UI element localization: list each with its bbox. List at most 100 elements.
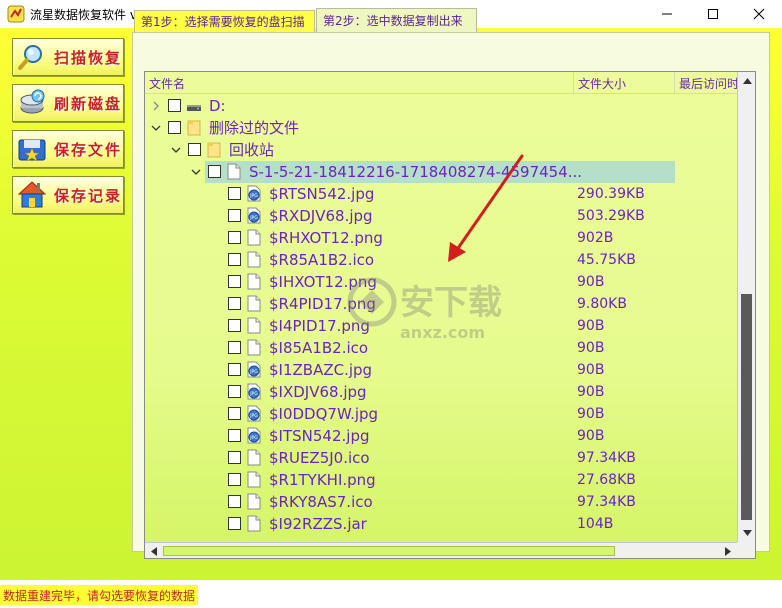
file-name: $RKY8AS7.ico xyxy=(269,493,373,511)
horizontal-scroll-thumb[interactable] xyxy=(163,546,615,556)
tree-row[interactable]: $RKY8AS7.ico 97.34KB xyxy=(145,491,737,513)
vertical-scrollbar[interactable] xyxy=(737,72,755,542)
file-size: 97.34KB xyxy=(577,450,636,466)
tree-row[interactable]: $I4PID17.png 90B xyxy=(145,315,737,337)
app-logo-icon xyxy=(7,5,25,23)
tree-row[interactable]: $R4PID17.png 9.80KB xyxy=(145,293,737,315)
scrollbar-corner xyxy=(737,542,755,558)
file-name: $I92RZZS.jar xyxy=(269,515,367,533)
scroll-left-button[interactable] xyxy=(145,542,163,558)
tree-row[interactable]: JPG $I1ZBAZC.jpg 90B xyxy=(145,359,737,381)
expand-chevron-right-icon[interactable] xyxy=(151,100,161,112)
column-header-last-access[interactable]: 最后访问时间 xyxy=(675,72,737,94)
file-name: $IXDJV68.jpg xyxy=(269,383,367,401)
file-icon xyxy=(247,229,261,246)
maximize-button[interactable] xyxy=(690,0,736,28)
file-size: 97.34KB xyxy=(577,494,636,510)
scroll-up-button[interactable] xyxy=(738,72,755,90)
file-size: 902B xyxy=(577,230,614,246)
file-tree[interactable]: 文件名 文件大小 最后访问时间 D: 删除过的文件回收站 S-1-5-21-1841… xyxy=(144,71,756,559)
scroll-down-button[interactable] xyxy=(738,524,755,542)
file-checkbox[interactable] xyxy=(228,297,241,310)
file-checkbox[interactable] xyxy=(208,165,221,178)
tree-row[interactable]: JPG $IXDJV68.jpg 90B xyxy=(145,381,737,403)
file-name: $I1ZBAZC.jpg xyxy=(269,361,373,379)
expand-chevron-down-icon[interactable] xyxy=(151,122,161,134)
file-name: S-1-5-21-18412216-1718408274-4597454... xyxy=(249,163,583,181)
save-record-button[interactable]: 保存记录 xyxy=(12,176,124,214)
column-header-filename[interactable]: 文件名 xyxy=(145,72,573,94)
tree-row[interactable]: JPG $RTSN542.jpg 290.39KB xyxy=(145,183,737,205)
tree-row[interactable]: $R85A1B2.ico 45.75KB xyxy=(145,249,737,271)
file-name: $I4PID17.png xyxy=(269,317,370,335)
jpg-file-icon: JPG xyxy=(247,383,261,400)
file-name: D: xyxy=(209,97,226,115)
maximize-icon xyxy=(708,9,718,19)
file-name: $ITSN542.jpg xyxy=(269,427,370,445)
tree-row[interactable]: $IHXOT12.png 90B xyxy=(145,271,737,293)
file-checkbox[interactable] xyxy=(228,187,241,200)
tree-row[interactable]: $RUEZ5J0.ico 97.34KB xyxy=(145,447,737,469)
column-header-size[interactable]: 文件大小 xyxy=(574,72,674,94)
file-checkbox[interactable] xyxy=(228,473,241,486)
jpg-file-icon: JPG xyxy=(247,207,261,224)
file-checkbox[interactable] xyxy=(228,517,241,530)
tree-row[interactable]: JPG $I0DDQ7W.jpg 90B xyxy=(145,403,737,425)
file-size: 9.80KB xyxy=(577,296,627,312)
scan-recover-button[interactable]: 扫描恢复 xyxy=(12,38,124,76)
tree-row[interactable]: $RHXOT12.png 902B xyxy=(145,227,737,249)
tab-step1[interactable]: 第1步：选择需要恢复的盘扫描 xyxy=(134,10,315,32)
file-name: $R1TYKHI.png xyxy=(269,471,376,489)
file-checkbox[interactable] xyxy=(168,121,181,134)
file-checkbox[interactable] xyxy=(168,99,181,112)
folder-icon xyxy=(187,120,201,136)
file-checkbox[interactable] xyxy=(228,385,241,398)
file-checkbox[interactable] xyxy=(228,407,241,420)
file-checkbox[interactable] xyxy=(188,143,201,156)
file-size: 90B xyxy=(577,362,605,378)
file-name: $IHXOT12.png xyxy=(269,273,377,291)
file-checkbox[interactable] xyxy=(228,451,241,464)
save-file-button[interactable]: 保存文件 xyxy=(12,130,124,168)
minimize-button[interactable] xyxy=(644,0,690,28)
jpg-file-icon: JPG xyxy=(247,427,261,444)
file-icon xyxy=(247,471,261,488)
sidebar-item-label: 保存记录 xyxy=(54,186,123,205)
file-size: 503.29KB xyxy=(577,208,645,224)
tree-row[interactable]: S-1-5-21-18412216-1718408274-4597454... xyxy=(145,161,737,183)
expand-chevron-down-icon[interactable] xyxy=(171,144,181,156)
tree-row[interactable]: 删除过的文件 xyxy=(145,117,737,139)
file-checkbox[interactable] xyxy=(228,495,241,508)
file-checkbox[interactable] xyxy=(228,429,241,442)
jpg-file-icon: JPG xyxy=(247,185,261,202)
file-checkbox[interactable] xyxy=(228,363,241,376)
scroll-right-button[interactable] xyxy=(719,542,737,558)
horizontal-scrollbar[interactable] xyxy=(145,542,755,558)
tree-row[interactable]: $I85A1B2.ico 90B xyxy=(145,337,737,359)
file-name: $I0DDQ7W.jpg xyxy=(269,405,379,423)
tree-row[interactable]: JPG $ITSN542.jpg 90B xyxy=(145,425,737,447)
file-checkbox[interactable] xyxy=(228,253,241,266)
close-button[interactable] xyxy=(736,0,782,28)
tree-row[interactable]: $R1TYKHI.png 27.68KB xyxy=(145,469,737,491)
magnifier-icon xyxy=(18,45,42,70)
jpg-file-icon: JPG xyxy=(247,361,261,378)
file-checkbox[interactable] xyxy=(228,209,241,222)
file-size: 90B xyxy=(577,384,605,400)
file-name: 删除过的文件 xyxy=(209,119,300,137)
file-checkbox[interactable] xyxy=(228,231,241,244)
tree-row[interactable]: JPG $RXDJV68.jpg 503.29KB xyxy=(145,205,737,227)
sidebar-item-label: 刷新磁盘 xyxy=(54,94,123,113)
vertical-scroll-thumb[interactable] xyxy=(741,294,752,520)
tree-row[interactable]: D: xyxy=(145,95,737,117)
file-checkbox[interactable] xyxy=(228,341,241,354)
tree-header: 文件名 文件大小 最后访问时间 xyxy=(145,72,737,94)
tab-step2[interactable]: 第2步：选中数据复制出来 xyxy=(316,8,477,32)
file-checkbox[interactable] xyxy=(228,319,241,332)
refresh-disk-button[interactable]: 刷新磁盘 xyxy=(12,84,124,122)
expand-chevron-down-icon[interactable] xyxy=(191,166,201,178)
file-checkbox[interactable] xyxy=(228,275,241,288)
tree-row[interactable]: 回收站 xyxy=(145,139,737,161)
tree-row[interactable]: $I92RZZS.jar 104B xyxy=(145,513,737,535)
save-file-icon xyxy=(18,139,46,162)
